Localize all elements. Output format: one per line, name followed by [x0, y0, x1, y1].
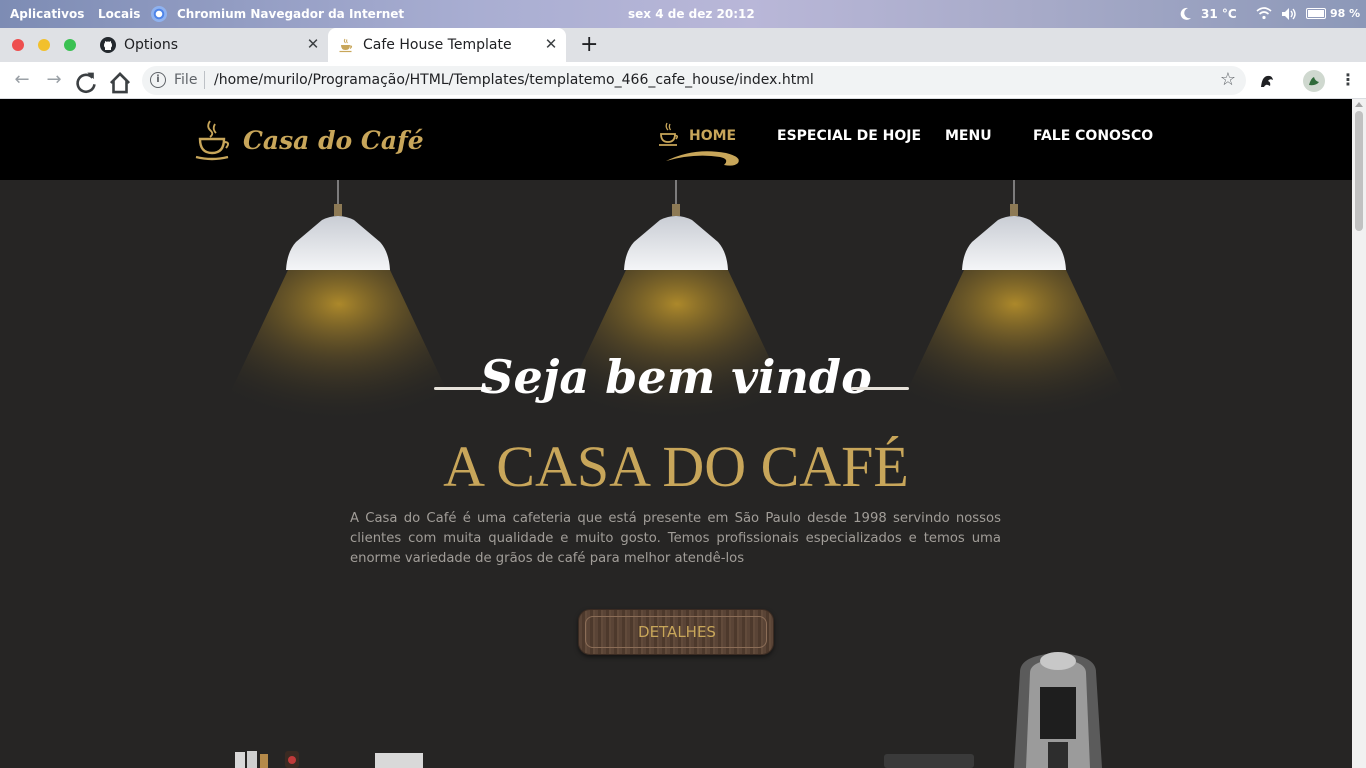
extension-icon[interactable]	[1258, 72, 1276, 90]
close-tab-icon[interactable]: ✕	[542, 35, 560, 53]
logo-cup-icon[interactable]	[194, 119, 234, 161]
github-icon	[100, 37, 116, 53]
nav-menu[interactable]: MENU	[945, 128, 992, 144]
browser-menu-icon[interactable]: ⋮	[1335, 67, 1361, 93]
new-tab-button[interactable]: +	[580, 32, 598, 57]
scroll-up-arrow[interactable]	[1355, 102, 1363, 107]
url-scheme: File	[174, 72, 198, 88]
details-button[interactable]: DETALHES	[578, 609, 774, 655]
window-close-button[interactable]	[12, 39, 24, 51]
profile-avatar[interactable]	[1303, 70, 1325, 92]
places-menu[interactable]: Locais	[98, 7, 140, 21]
tab-label: Cafe House Template	[363, 37, 512, 53]
reload-icon[interactable]	[73, 70, 99, 96]
night-mode-icon	[1180, 7, 1191, 20]
applications-menu[interactable]: Aplicativos	[10, 7, 84, 21]
os-top-bar: Aplicativos Locais Chromium Navegador da…	[0, 0, 1366, 28]
bookmark-star-icon[interactable]: ☆	[1220, 69, 1236, 90]
browser-toolbar: ← → i File /home/murilo/Programação/HTML…	[0, 62, 1366, 99]
site-logo[interactable]: Casa do Café	[243, 126, 424, 155]
wifi-icon[interactable]	[1256, 7, 1272, 20]
hero-title: A CASA DO CAFÉ	[443, 434, 909, 499]
battery-percent: 98 %	[1330, 7, 1361, 20]
close-tab-icon[interactable]: ✕	[304, 35, 322, 53]
tab-label: Options	[124, 37, 179, 53]
scrollbar-thumb[interactable]	[1355, 111, 1363, 231]
weather-temperature[interactable]: 31 °C	[1201, 7, 1237, 21]
coffee-cup-icon	[339, 38, 353, 53]
nav-active-underline	[666, 151, 739, 166]
welcome-line-right	[851, 387, 909, 390]
omnibox-separator	[204, 71, 205, 89]
window-maximize-button[interactable]	[64, 39, 76, 51]
nav-cup-icon	[659, 122, 679, 146]
window-minimize-button[interactable]	[38, 39, 50, 51]
page-viewport: Casa do Café HOME ESPECIAL DE HOJE MENU …	[0, 99, 1352, 768]
clock[interactable]: sex 4 de dez 20:12	[628, 7, 755, 21]
chromium-icon	[151, 6, 167, 22]
avatar-icon	[1309, 77, 1319, 86]
address-bar[interactable]: i File /home/murilo/Programação/HTML/Tem…	[142, 66, 1246, 95]
tab-cafe-house[interactable]: Cafe House Template ✕	[328, 28, 566, 62]
active-app-menu[interactable]: Chromium Navegador da Internet	[177, 7, 404, 21]
hero-description: A Casa do Café é uma cafeteria que está …	[350, 511, 1001, 566]
site-info-icon[interactable]: i	[150, 72, 166, 88]
nav-especial-de-hoje[interactable]: ESPECIAL DE HOJE	[777, 128, 921, 144]
page-scrollbar[interactable]	[1352, 99, 1366, 768]
espresso-machine-image	[884, 652, 1102, 768]
back-icon[interactable]: ←	[9, 67, 35, 93]
welcome-heading: Seja bem vindo	[480, 350, 872, 404]
site-header: Casa do Café HOME ESPECIAL DE HOJE MENU …	[0, 99, 1352, 180]
tab-options[interactable]: Options ✕	[92, 28, 326, 62]
coffee-products-image	[235, 751, 423, 768]
nav-fale-conosco[interactable]: FALE CONOSCO	[1033, 128, 1153, 144]
tab-strip: Options ✕ Cafe House Template ✕ +	[0, 28, 1366, 62]
battery-icon[interactable]	[1306, 8, 1326, 19]
home-icon[interactable]	[107, 70, 133, 96]
url-text[interactable]: /home/murilo/Programação/HTML/Templates/…	[214, 72, 814, 88]
volume-icon[interactable]	[1281, 7, 1297, 21]
forward-icon[interactable]: →	[41, 67, 67, 93]
details-button-label: DETALHES	[638, 623, 716, 641]
nav-home[interactable]: HOME	[689, 128, 736, 144]
